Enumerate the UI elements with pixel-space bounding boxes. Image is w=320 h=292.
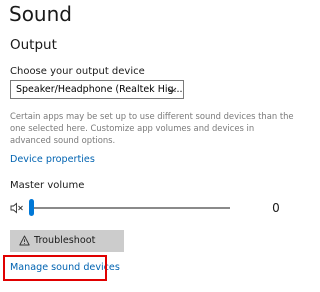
speaker-muted-icon[interactable]	[10, 202, 24, 214]
master-volume-label: Master volume	[10, 180, 85, 191]
section-title-output: Output	[10, 37, 57, 53]
volume-slider-track[interactable]	[31, 207, 230, 209]
highlight-box	[3, 255, 107, 281]
volume-value: 0	[272, 201, 280, 215]
device-info-text: Certain apps may be set up to use differ…	[10, 111, 294, 145]
page-title: Sound	[9, 2, 72, 26]
device-properties-link[interactable]: Device properties	[10, 153, 95, 166]
warning-icon	[19, 235, 30, 246]
volume-slider-thumb[interactable]	[29, 199, 34, 216]
troubleshoot-label: Troubleshoot	[34, 235, 96, 246]
output-device-selected-value: Speaker/Headphone (Realtek Hig...	[16, 84, 183, 95]
troubleshoot-button[interactable]: Troubleshoot	[10, 230, 124, 252]
output-device-label: Choose your output device	[10, 66, 145, 77]
output-device-dropdown[interactable]: Speaker/Headphone (Realtek Hig...	[10, 80, 184, 99]
chevron-down-icon	[167, 87, 177, 93]
